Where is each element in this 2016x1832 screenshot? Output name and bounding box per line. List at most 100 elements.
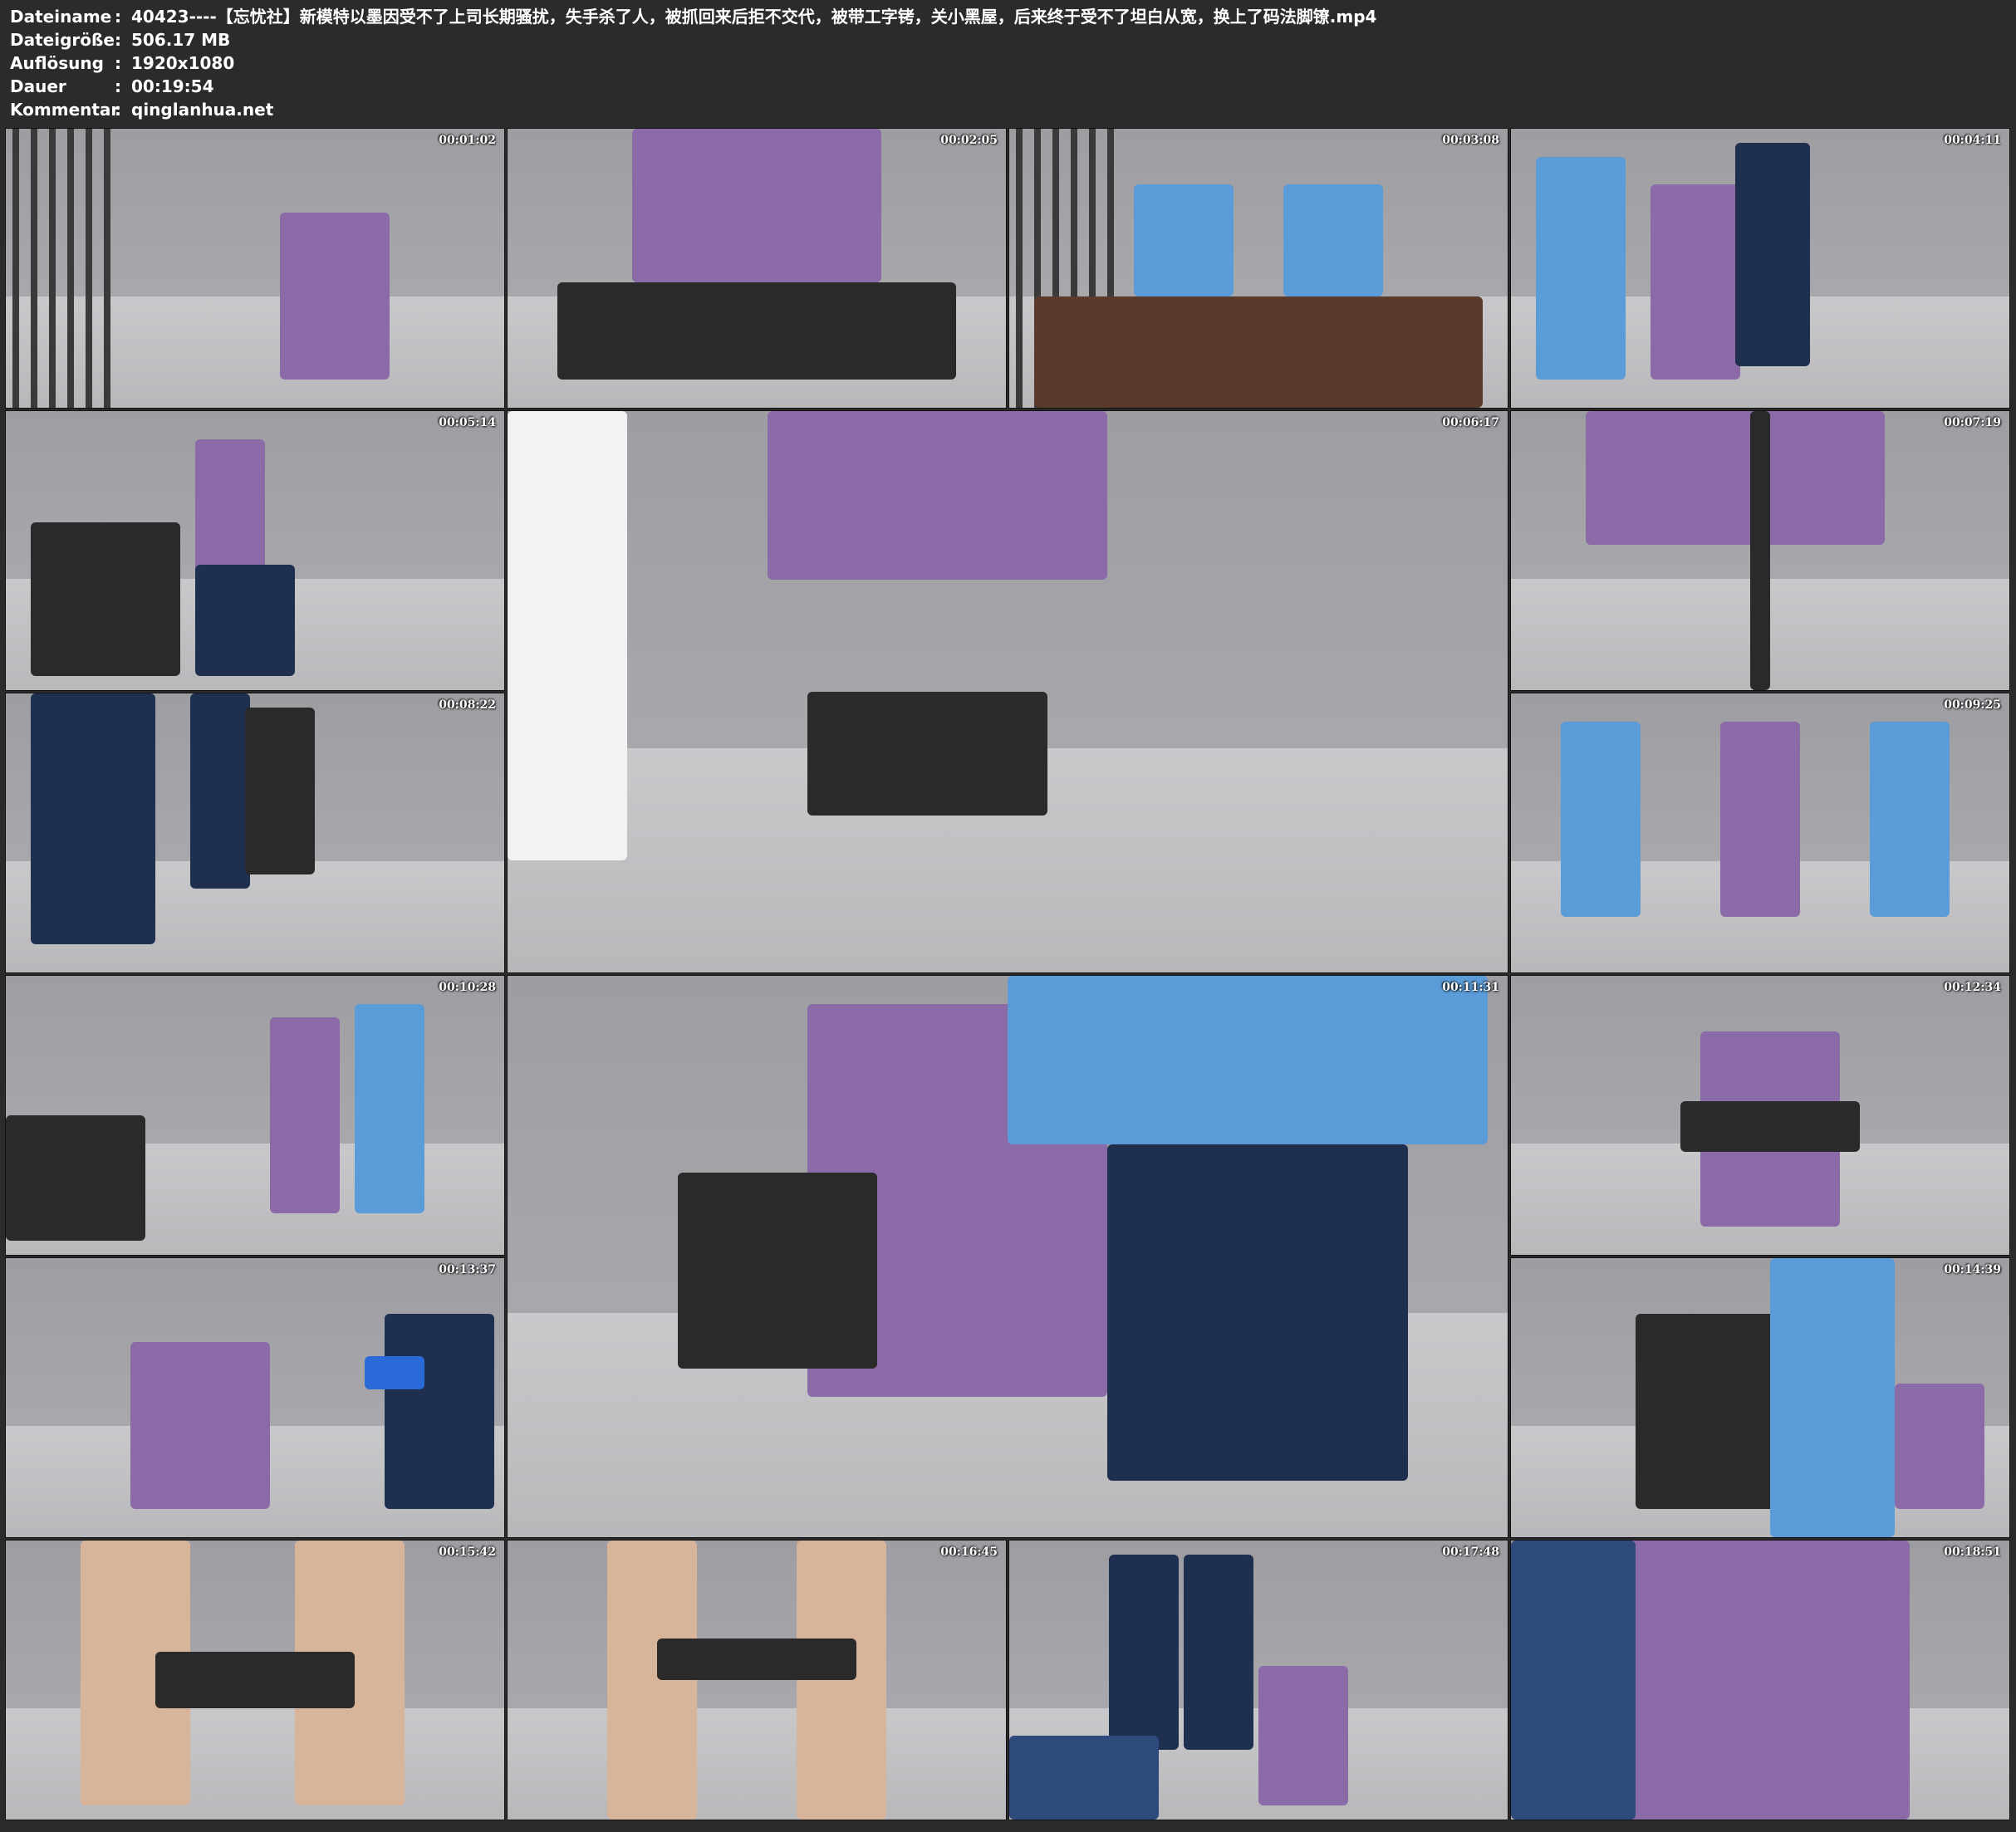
- scene-figure: [1770, 1258, 1895, 1537]
- cell-bar: [86, 129, 92, 408]
- meta-separator: :: [115, 53, 121, 73]
- scene-figure: [557, 282, 956, 380]
- cell-bar: [1016, 129, 1023, 408]
- video-thumbnail: 00:17:48: [1008, 1540, 1508, 1820]
- scene-figure: [130, 1341, 270, 1510]
- video-thumbnail: 00:11:31: [507, 975, 1508, 1538]
- scene-figure: [657, 1638, 856, 1680]
- meta-value: 40423----【忘忧社】新模特以墨因受不了上司长期骚扰，失手杀了人，被抓回来…: [131, 7, 1377, 27]
- thumbnail-timestamp: 00:17:48: [1442, 1545, 1499, 1559]
- thumbnail-timestamp: 00:01:02: [439, 134, 496, 147]
- thumbnail-timestamp: 00:10:28: [439, 981, 496, 994]
- scene-figure: [1008, 976, 1488, 1144]
- video-thumbnail: 00:06:17: [507, 410, 1508, 973]
- meta-key: Auflösung: [10, 53, 104, 73]
- cell-bar: [31, 129, 37, 408]
- meta-row-duration: Dauer : 00:19:54: [10, 75, 2004, 98]
- thumbnail-timestamp: 00:18:51: [1944, 1545, 2001, 1559]
- scene-figure: [355, 1003, 424, 1213]
- scene-figure: [632, 129, 881, 282]
- meta-value: 506.17 MB: [131, 30, 231, 50]
- scene-figure: [508, 411, 628, 860]
- meta-key: Dateiname: [10, 7, 112, 27]
- meta-key: Kommentar: [10, 100, 120, 120]
- scene-figure: [1586, 411, 1885, 546]
- file-info-panel: Dateiname : 40423----【忘忧社】新模特以墨因受不了上司长期骚…: [10, 5, 2004, 121]
- thumbnail-timestamp: 00:08:22: [439, 698, 496, 712]
- scene-figure: [1870, 721, 1950, 917]
- cell-bar: [12, 129, 19, 408]
- scene-figure: [31, 693, 155, 945]
- meta-value: qinglanhua.net: [131, 100, 274, 120]
- thumbnail-floor: [508, 1707, 1006, 1820]
- scene-figure: [1611, 1541, 1910, 1820]
- video-thumbnail: 00:09:25: [1510, 693, 2010, 973]
- meta-value: 1920x1080: [131, 53, 235, 73]
- scene-figure: [1184, 1554, 1253, 1750]
- video-thumbnail: 00:05:14: [5, 410, 505, 691]
- meta-separator: :: [115, 7, 121, 27]
- cell-bar: [67, 129, 74, 408]
- meta-value: 00:19:54: [131, 76, 214, 96]
- meta-row-resolution: Auflösung : 1920x1080: [10, 51, 2004, 75]
- scene-figure: [1511, 1541, 1636, 1820]
- scene-figure: [607, 1541, 697, 1820]
- video-thumbnail: 00:04:11: [1510, 128, 2010, 409]
- scene-figure: [1895, 1384, 1984, 1510]
- scene-figure: [245, 707, 315, 875]
- thumbnail-timestamp: 00:02:05: [940, 134, 998, 147]
- thumbnail-grid: 00:01:02 00:02:05 00:03:08 00:04:11 00:05:14…: [5, 128, 2010, 1827]
- scene-figure: [1109, 1554, 1179, 1750]
- scene-figure: [1651, 184, 1740, 380]
- thumbnail-timestamp: 00:15:42: [439, 1545, 496, 1559]
- scene-figure: [768, 411, 1108, 580]
- video-thumbnail: 00:10:28: [5, 975, 505, 1256]
- scene-figure: [195, 564, 295, 677]
- scene-figure: [1561, 721, 1641, 917]
- video-thumbnail: 00:03:08: [1008, 128, 1508, 409]
- thumbnail-timestamp: 00:13:37: [439, 1263, 496, 1276]
- meta-row-filename: Dateiname : 40423----【忘忧社】新模特以墨因受不了上司长期骚…: [10, 5, 2004, 28]
- video-thumbnail: 00:12:34: [1510, 975, 2010, 1256]
- video-thumbnail: 00:01:02: [5, 128, 505, 409]
- scene-figure: [677, 1172, 878, 1369]
- meta-key: Dauer: [10, 76, 66, 96]
- video-thumbnail: 00:18:51: [1510, 1540, 2010, 1820]
- video-thumbnail: 00:14:39: [1510, 1257, 2010, 1538]
- cell-bar: [104, 129, 110, 408]
- scene-figure: [190, 693, 250, 889]
- scene-figure: [31, 522, 180, 677]
- scene-figure: [1536, 156, 1626, 380]
- scene-figure: [1107, 1144, 1408, 1482]
- scene-figure: [155, 1652, 355, 1708]
- scene-figure: [1735, 142, 1810, 366]
- cell-bar: [49, 129, 56, 408]
- scene-figure: [1720, 721, 1800, 917]
- video-thumbnail: 00:07:19: [1510, 410, 2010, 691]
- thumbnail-wall: [508, 1541, 1006, 1722]
- scene-figure: [1750, 411, 1770, 690]
- video-thumbnail: 00:16:45: [507, 1540, 1007, 1820]
- thumbnail-timestamp: 00:09:25: [1944, 698, 2001, 712]
- meta-key: Dateigröße: [10, 30, 115, 50]
- video-thumbnail: 00:02:05: [507, 128, 1007, 409]
- thumbnail-floor: [6, 296, 504, 408]
- scene-figure: [1283, 184, 1383, 296]
- scene-figure: [365, 1355, 424, 1389]
- scene-figure: [1636, 1314, 1785, 1510]
- meta-separator: :: [115, 100, 121, 120]
- thumbnail-timestamp: 00:04:11: [1944, 134, 2001, 147]
- meta-separator: :: [115, 76, 121, 96]
- scene-figure: [1680, 1101, 1860, 1152]
- scene-figure: [6, 1115, 145, 1242]
- thumbnail-timestamp: 00:03:08: [1442, 134, 1499, 147]
- scene-figure: [1258, 1666, 1348, 1806]
- thumbnail-timestamp: 00:07:19: [1944, 416, 2001, 429]
- thumbnail-timestamp: 00:12:34: [1944, 981, 2001, 994]
- meta-row-filesize: Dateigröße : 506.17 MB: [10, 28, 2004, 51]
- meta-separator: :: [115, 30, 121, 50]
- scene-figure: [270, 1017, 340, 1213]
- scene-figure: [1134, 184, 1234, 296]
- scene-figure: [807, 692, 1048, 816]
- video-thumbnail: 00:08:22: [5, 693, 505, 973]
